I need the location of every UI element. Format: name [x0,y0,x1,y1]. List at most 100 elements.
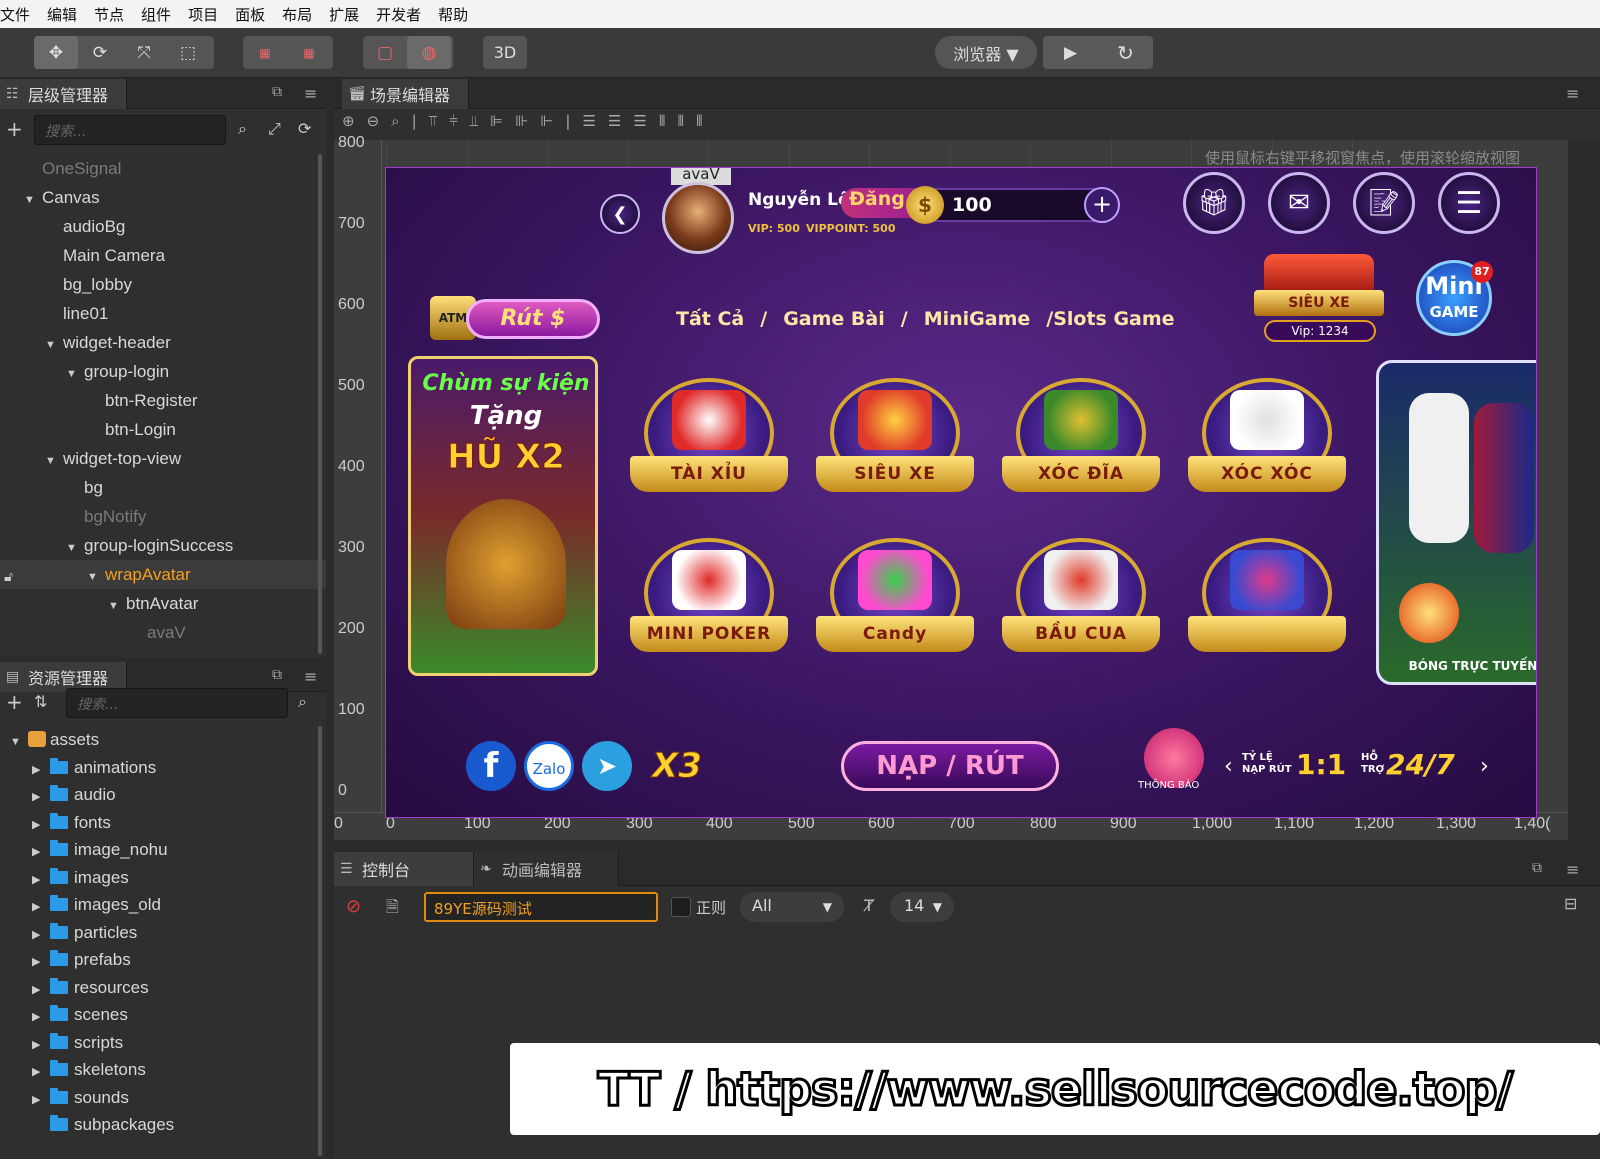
global-icon[interactable]: ▦ [287,36,331,69]
refresh-tree-icon[interactable]: ⟳ [298,119,311,138]
regex-checkbox[interactable] [671,897,691,917]
popout-icon[interactable]: ⧉ [272,84,282,100]
hierarchy-search-input[interactable]: 搜索... [34,115,226,145]
game-tile[interactable]: MINI POKER [624,528,794,668]
asset-folder[interactable]: ▶ scenes [10,1001,326,1029]
asset-folder[interactable]: ▶ images_old [10,891,326,919]
3d-toggle-button[interactable]: 3D [483,36,527,69]
asset-folder[interactable]: ▶ resources [10,974,326,1002]
hierarchy-node[interactable]: ▼ wrapAvatar [0,560,326,589]
mail-icon[interactable]: ✉ [1268,172,1330,234]
hierarchy-tab[interactable]: ☷ 层级管理器 [0,79,128,109]
dist-hcenter-icon[interactable]: ⦀ [677,112,684,130]
asset-folder[interactable]: ▶ sounds [10,1084,326,1112]
asset-folder[interactable]: ▶ animations [10,754,326,782]
folder-arrow-icon[interactable]: ▶ [32,922,50,949]
expand-arrow-icon[interactable]: ▼ [45,331,63,360]
folder-arrow-icon[interactable]: ▶ [32,894,50,921]
animation-tab[interactable]: ❧ 动画编辑器 [474,852,619,886]
back-chevron-icon[interactable]: ❮ [600,194,640,234]
expand-arrow-icon[interactable]: ▼ [66,360,84,389]
prev-chevron-icon[interactable]: ‹ [1224,754,1233,779]
hierarchy-node[interactable]: OneSignal [0,154,326,183]
zoom-out-icon[interactable]: ⊖ [367,112,380,130]
rotate-tool-icon[interactable]: ⟳ [78,36,122,69]
category-minigame[interactable]: MiniGame [924,308,1031,330]
scene-view-icon[interactable]: ▢ [363,36,407,69]
football-banner[interactable]: BÓNG TRỰC TUYẾN [1376,360,1536,685]
menu-item[interactable]: 编辑 [47,4,86,25]
align-bottom-icon[interactable]: ⫫ [470,112,478,130]
menu-icon[interactable]: ☰ [1438,172,1500,234]
hierarchy-node[interactable]: bgNotify [0,502,326,531]
assets-popout-icon[interactable]: ⧉ [272,667,282,683]
hierarchy-node[interactable]: ▼ group-loginSuccess [0,531,326,560]
mini-game-button[interactable]: Mini GAME 87 [1416,260,1493,336]
hierarchy-node[interactable]: ▼ Canvas [0,183,326,212]
preview-platform-select[interactable]: 浏览器 ▼ [935,36,1037,69]
folder-arrow-icon[interactable]: ▶ [32,949,50,976]
menu-item[interactable]: 文件 [0,4,39,25]
align-left-icon[interactable]: ⊫ [490,112,503,130]
align-top-icon[interactable]: ⫪ [429,112,437,130]
hierarchy-node[interactable]: audioBg [0,212,326,241]
hierarchy-node[interactable]: bg_lobby [0,270,326,299]
asset-folder[interactable]: ▶ fonts [10,809,326,837]
dist-right-icon[interactable]: ⦀ [696,112,703,130]
category-slots[interactable]: /Slots Game [1046,308,1174,330]
asset-folder[interactable]: ▶ image_nohu [10,836,326,864]
add-asset-icon[interactable]: + [6,690,23,714]
notes-icon[interactable]: 📝︎ [1353,172,1415,234]
add-node-icon[interactable]: + [6,117,23,141]
asset-folder[interactable]: ▶ scripts [10,1029,326,1057]
hierarchy-node[interactable]: ▼ group-login [0,357,326,386]
expand-arrow-icon[interactable]: ▼ [45,447,63,476]
folder-arrow-icon[interactable]: ▶ [32,839,50,866]
telegram-icon[interactable]: ➤ [582,741,632,791]
panel-menu-icon[interactable]: ≡ [304,84,317,103]
console-popout-icon[interactable]: ⧉ [1532,860,1542,876]
dist-bottom-icon[interactable]: ☰ [633,112,646,130]
hierarchy-node[interactable]: line01 [0,299,326,328]
folder-arrow-icon[interactable]: ▶ [32,1059,50,1086]
game-tile[interactable]: SIÊU XE [810,368,980,508]
menu-item[interactable]: 面板 [235,4,274,25]
category-cards[interactable]: Game Bài [783,308,885,330]
align-hcenter-icon[interactable]: ⊪ [515,112,528,130]
expand-arrow-icon[interactable]: ▼ [87,563,105,592]
menu-item[interactable]: 开发者 [376,4,430,25]
gizmo-icon[interactable]: ◍ [407,36,451,69]
category-all[interactable]: Tất Cả [676,308,744,330]
folder-arrow-icon[interactable]: ▶ [32,812,50,839]
game-canvas[interactable]: ❮ avaV Nguyễn Lê Đăng VIP: 500 VIPPOINT:… [385,167,1537,818]
scene-menu-icon[interactable]: ≡ [1566,84,1579,103]
expand-arrow-icon[interactable]: ▼ [108,592,126,621]
event-banner[interactable]: Chùm sự kiện Tặng HŨ X2 [408,356,598,676]
font-size-select[interactable]: 14 ▼ [890,892,954,922]
menu-item[interactable]: 项目 [188,4,227,25]
assets-scrollbar[interactable] [318,726,322,1156]
rect-tool-icon[interactable]: ⬚ [166,36,210,69]
game-tile[interactable]: XÓC ĐĨA [996,368,1166,508]
game-tile[interactable]: XÓC XÓC [1182,368,1352,508]
zoom-in-icon[interactable]: ⊕ [342,112,355,130]
megaphone-icon[interactable] [1144,728,1204,788]
dist-vcenter-icon[interactable]: ☰ [608,112,621,130]
asset-folder[interactable]: ▶ prefabs [10,946,326,974]
scene-tab[interactable]: 🎬︎ 场景编辑器 [342,79,470,109]
pivot-icon[interactable]: ▦ [243,36,287,69]
menu-item[interactable]: 节点 [94,4,133,25]
hierarchy-node[interactable]: ▼ btnAvatar [0,589,326,618]
hierarchy-node[interactable]: Main Camera [0,241,326,270]
log-level-select[interactable]: All ▼ [740,892,844,922]
assets-search-icon[interactable]: ⌕ [298,692,307,712]
asset-folder[interactable]: ▶ particles [10,919,326,947]
filter-input[interactable]: 89YE源码测试 [424,892,658,922]
facebook-icon[interactable]: f [466,741,516,791]
menu-item[interactable]: 扩展 [329,4,368,25]
folder-arrow-icon[interactable]: ▶ [32,867,50,894]
zoom-reset-icon[interactable]: ⌕ [391,112,399,130]
zalo-icon[interactable]: Zalo [524,741,574,791]
assets-menu-icon[interactable]: ≡ [304,667,317,686]
asset-folder[interactable]: ▶ images [10,864,326,892]
